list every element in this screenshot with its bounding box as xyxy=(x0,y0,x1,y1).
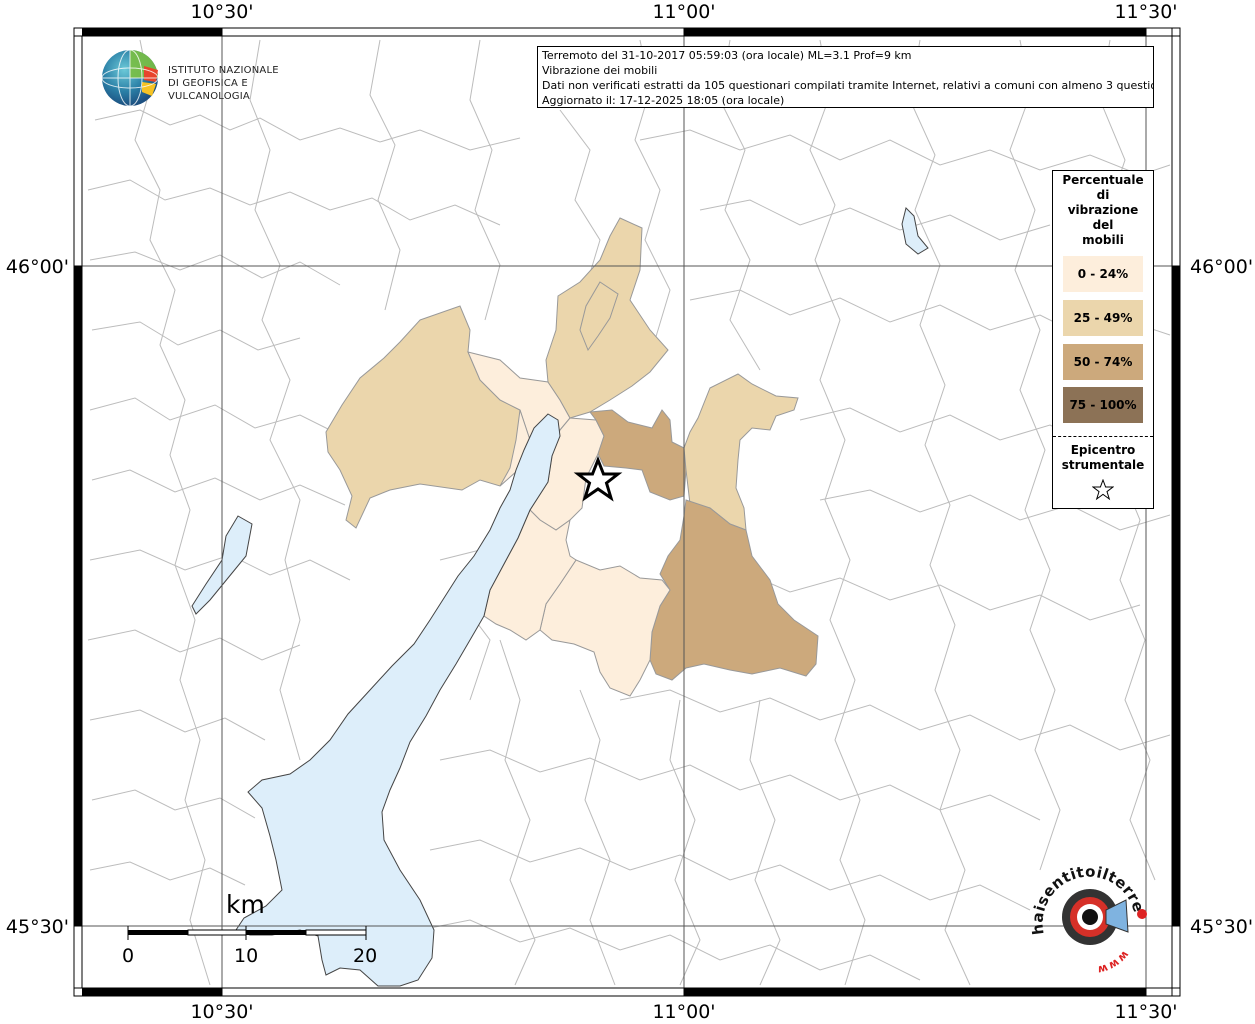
globe-logo-icon xyxy=(101,49,159,107)
lon-tick-bottom-2: 11°00' xyxy=(652,1001,715,1023)
lat-tick-right-2: 45°30' xyxy=(1190,916,1253,938)
lat-tick-right-1: 46°00' xyxy=(1190,256,1253,278)
legend-epicenter-line: Epicentro xyxy=(1070,443,1136,457)
lon-tick-top-3: 11°30' xyxy=(1114,1,1177,23)
logo-line-2: DI GEOFISICA E VULCANOLOGIA xyxy=(168,78,250,102)
earthquake-info-box: Terremoto del 31-10-2017 05:59:03 (ora l… xyxy=(537,46,1154,108)
legend-title: Percentuale di vibrazione del mobili xyxy=(1053,173,1153,248)
legend-star-icon xyxy=(1092,479,1114,501)
legend-class-75-100: 75 - 100% xyxy=(1063,387,1143,423)
legend: Percentuale di vibrazione del mobili 0 -… xyxy=(1052,170,1154,509)
legend-epicenter-label: Epicentro strumentale xyxy=(1053,443,1153,473)
info-event-line: Terremoto del 31-10-2017 05:59:03 (ora l… xyxy=(542,49,912,62)
scale-label-10: 10 xyxy=(234,945,259,967)
lon-tick-top-2: 11°00' xyxy=(652,1,715,23)
lat-tick-left-1: 46°00' xyxy=(6,256,69,278)
lon-tick-bottom-3: 11°30' xyxy=(1114,1001,1177,1023)
legend-title-line: del xyxy=(1092,218,1114,232)
legend-class-50-74: 50 - 74% xyxy=(1063,344,1143,380)
scale-unit-label: km xyxy=(226,890,265,919)
lon-tick-top-1: 10°30' xyxy=(190,1,253,23)
legend-epicenter-line: strumentale xyxy=(1061,458,1145,472)
lon-tick-bottom-1: 10°30' xyxy=(190,1001,253,1023)
haisentito-logo: haisentitoilterremoto.it www xyxy=(1022,848,1150,977)
legend-class-25-49: 25 - 49% xyxy=(1063,300,1143,336)
legend-class-0-24: 0 - 24% xyxy=(1063,256,1143,292)
legend-title-line: di xyxy=(1096,188,1110,202)
legend-separator xyxy=(1053,436,1153,437)
haisentito-logo-icon: haisentitoilterremoto.it www xyxy=(1022,848,1147,977)
info-subject-line: Vibrazione dei mobili xyxy=(542,64,658,77)
legend-title-line: vibrazione xyxy=(1067,203,1139,217)
legend-title-line: mobili xyxy=(1082,233,1124,247)
haisentito-www-text: www xyxy=(1095,948,1131,977)
map-background xyxy=(82,36,1172,988)
ingv-logo: ISTITUTO NAZIONALE DI GEOFISICA E VULCAN… xyxy=(100,48,320,110)
logo-line-1: ISTITUTO NAZIONALE xyxy=(168,65,279,76)
scale-label-0: 0 xyxy=(122,945,135,967)
scale-label-20: 20 xyxy=(353,945,378,967)
info-updated-line: Aggiornato il: 17-12-2025 18:05 (ora loc… xyxy=(542,94,785,107)
legend-title-line: Percentuale xyxy=(1062,173,1144,187)
lat-tick-left-2: 45°30' xyxy=(6,916,69,938)
info-data-line: Dati non verificati estratti da 105 ques… xyxy=(542,79,1154,92)
